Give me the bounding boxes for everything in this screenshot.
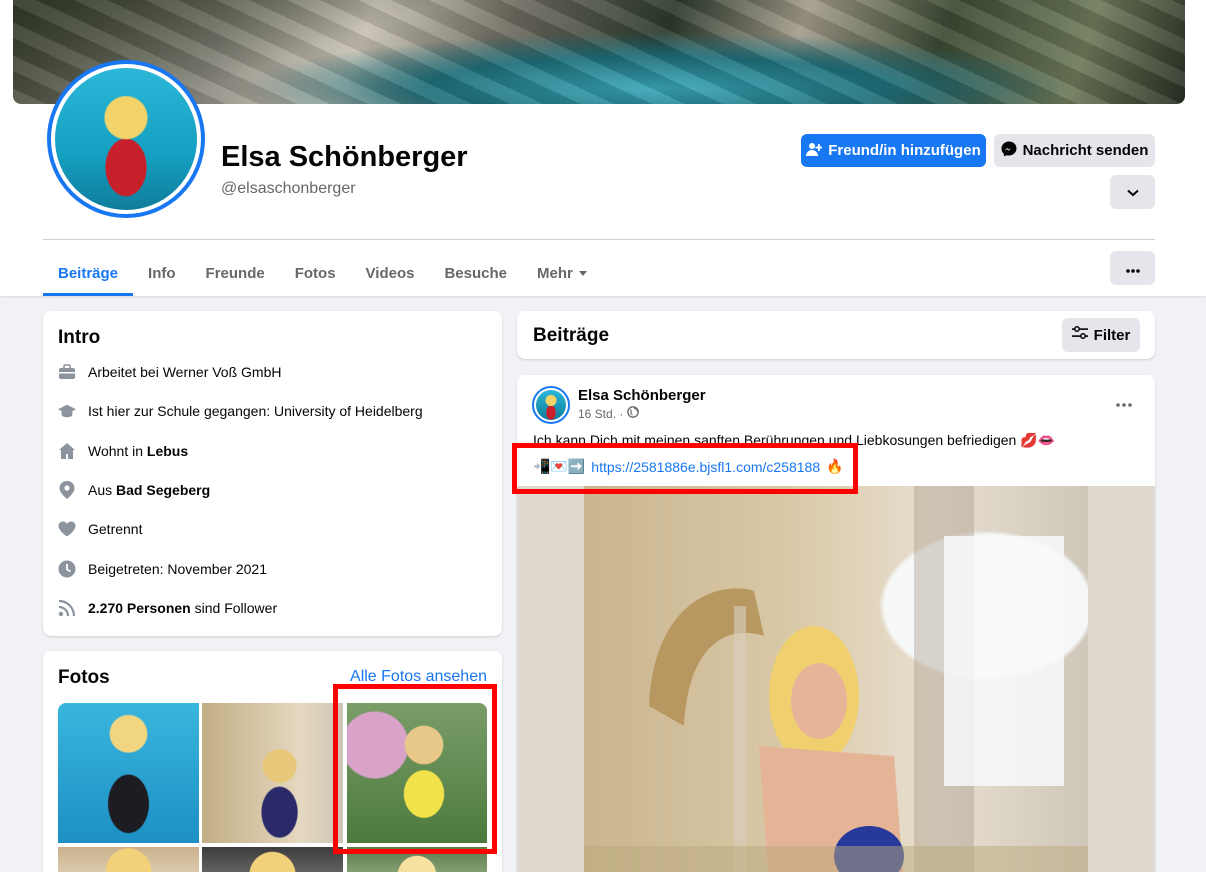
caret-down-icon [578,270,587,276]
header-divider [43,239,1155,240]
post-time[interactable]: 16 Std. · [578,407,623,421]
intro-work-text: Arbeitet bei Werner Voß GmbH [88,364,282,380]
more-dots-icon [1125,260,1140,277]
intro-school: Ist hier zur Schule gegangen: University… [58,402,423,420]
add-friend-icon [806,141,823,161]
intro-from-city[interactable]: Bad Segeberg [116,482,210,498]
post-author-avatar[interactable] [532,386,570,424]
tab-mehr-label: Mehr [537,264,573,282]
send-message-button[interactable]: Nachricht senden [994,134,1155,167]
profile-tabs: Beiträge Info Freunde Fotos Videos Besuc… [43,250,602,296]
intro-relationship-text: Getrennt [88,521,143,537]
intro-school-text: Ist hier zur Schule gegangen: University… [88,403,423,419]
filter-sliders-icon [1071,326,1088,344]
globe-icon [627,406,640,421]
briefcase-icon [58,363,76,381]
post-image[interactable] [517,486,1155,872]
intro-from: Aus Bad Segeberg [58,481,210,499]
tab-fotos[interactable]: Fotos [280,250,351,296]
post-image-photo [584,486,1088,872]
intro-lives-prefix: Wohnt in [88,443,147,459]
highlight-box-photo [333,684,497,854]
post-options-button[interactable] [1109,389,1139,417]
cover-photo[interactable] [13,0,1185,104]
intro-lives-city[interactable]: Lebus [147,443,188,459]
chevron-down-icon [1126,184,1139,201]
tab-besuche[interactable]: Besuche [429,250,522,296]
tab-info[interactable]: Info [133,250,191,296]
messenger-icon [1001,141,1017,161]
photos-title: Fotos [58,667,110,688]
posts-title: Beiträge [533,325,610,346]
photo-thumbnail[interactable] [202,703,343,843]
intro-card: Intro Arbeitet bei Werner Voß GmbH Ist h… [43,311,502,636]
post-author-name[interactable]: Elsa Schönberger [578,387,706,404]
intro-followers-count[interactable]: 2.270 Personen [88,600,191,616]
profile-name: Elsa Schönberger [221,141,468,173]
intro-followers-suffix: sind Follower [190,600,278,616]
post-meta: 16 Std. · [578,406,640,421]
profile-handle: @elsaschonberger [221,180,356,197]
tab-mehr[interactable]: Mehr [522,250,602,296]
intro-joined-text: Beigetreten: November 2021 [88,561,267,577]
intro-relationship: Getrennt [58,520,142,538]
intro-joined: Beigetreten: November 2021 [58,560,267,578]
posts-header-card: Beiträge Filter [517,311,1155,359]
intro-from-prefix: Aus [88,482,117,498]
intro-followers: 2.270 Personen sind Follower [58,599,277,617]
photo-thumbnail[interactable] [58,847,199,872]
intro-title: Intro [58,327,101,348]
heart-icon [58,520,76,538]
profile-avatar[interactable] [47,60,205,218]
clock-icon [58,560,76,578]
more-options-button[interactable] [1110,251,1155,285]
add-friend-button[interactable]: Freund/in hinzufügen [801,134,986,167]
more-dots-icon [1116,394,1132,412]
intro-work: Arbeitet bei Werner Voß GmbH [58,363,281,381]
photo-thumbnail[interactable] [58,703,199,843]
add-friend-label: Freund/in hinzufügen [828,142,981,159]
highlight-box-link [512,443,858,494]
filter-label: Filter [1093,326,1131,344]
home-icon [58,442,76,460]
send-message-label: Nachricht senden [1022,142,1149,159]
tab-beitraege[interactable]: Beiträge [43,250,134,296]
tab-videos[interactable]: Videos [351,250,430,296]
filter-button[interactable]: Filter [1062,318,1140,352]
intro-lives: Wohnt in Lebus [58,442,188,460]
location-pin-icon [58,481,76,499]
profile-options-button[interactable] [1110,175,1155,209]
tab-freunde[interactable]: Freunde [191,250,280,296]
rss-follower-icon [58,599,76,617]
photo-thumbnail[interactable] [202,847,343,872]
profile-header: Elsa Schönberger @elsaschonberger Freund… [0,0,1206,296]
graduation-cap-icon [58,402,76,420]
